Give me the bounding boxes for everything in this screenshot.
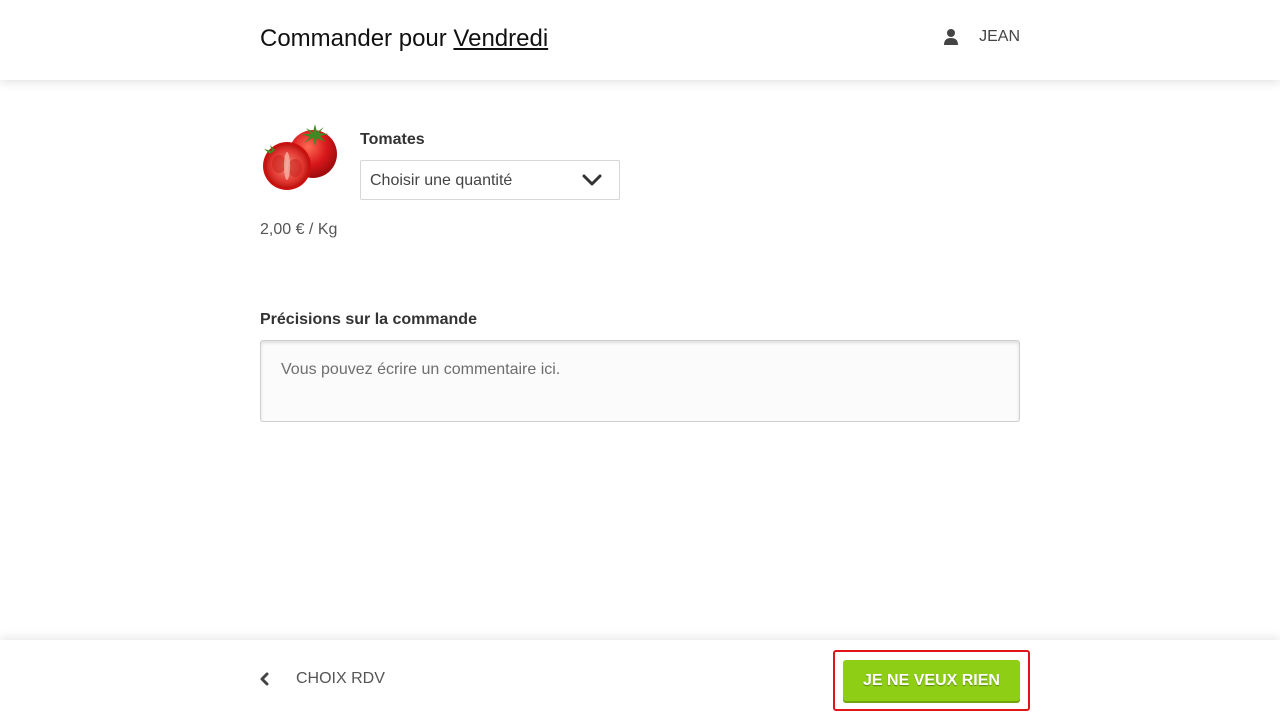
tomato-image (263, 124, 337, 190)
order-notes-textarea[interactable] (260, 340, 1020, 422)
back-button[interactable]: CHOIX RDV (260, 670, 385, 688)
product-price: 2,00 € / Kg (260, 221, 338, 238)
quantity-select[interactable]: Choisir une quantité (360, 160, 620, 200)
page-header: Commander pour Vendredi JEAN (0, 0, 1280, 80)
page-title-prefix: Commander pour (260, 25, 454, 52)
user-name: JEAN (979, 28, 1020, 45)
user-menu[interactable]: JEAN (944, 28, 1020, 46)
no-order-button[interactable]: JE NE VEUX RIEN (843, 660, 1020, 701)
product-name: Tomates (360, 131, 425, 148)
notes-label: Précisions sur la commande (260, 311, 477, 328)
chevron-down-icon (582, 174, 602, 186)
page-footer: CHOIX RDV JE NE VEUX RIEN (0, 640, 1280, 720)
chevron-left-icon (260, 672, 269, 686)
back-button-label: CHOIX RDV (296, 670, 385, 687)
user-icon (944, 29, 959, 45)
order-day-link[interactable]: Vendredi (453, 25, 548, 52)
quantity-select-value: Choisir une quantité (370, 172, 513, 189)
page-title: Commander pour Vendredi (260, 25, 548, 53)
